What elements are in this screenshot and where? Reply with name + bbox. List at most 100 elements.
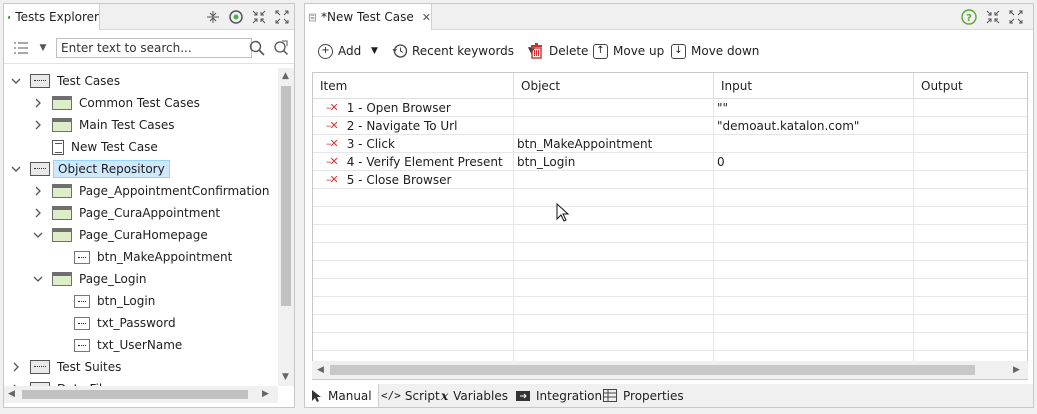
empty-table-cell[interactable]	[514, 261, 714, 279]
table-cell-item[interactable]: –✕ 3 - Click	[313, 135, 514, 153]
filter-options-icon[interactable]	[12, 39, 30, 57]
table-cell-output[interactable]	[914, 153, 1027, 171]
collapse-all-icon[interactable]	[204, 8, 222, 26]
chevron-down-icon[interactable]	[10, 75, 22, 87]
table-cell-output[interactable]	[914, 117, 1027, 135]
tab-script[interactable]: </> Script	[381, 384, 440, 407]
table-cell-object[interactable]: btn_Login	[514, 153, 714, 171]
column-header-item[interactable]: Item	[313, 73, 514, 99]
empty-table-cell[interactable]	[313, 225, 514, 243]
scroll-left-icon[interactable]: ◀	[8, 389, 15, 399]
table-horizontal-scrollbar[interactable]: ◀ ▶	[312, 361, 1028, 379]
chevron-right-icon[interactable]	[32, 207, 44, 219]
table-cell-item[interactable]: –✕ 1 - Open Browser	[313, 99, 514, 117]
table-cell-item[interactable]: –✕ 2 - Navigate To Url	[313, 117, 514, 135]
table-cell-output[interactable]	[914, 99, 1027, 117]
editor-tab-new-test-case[interactable]: *New Test Case ✕	[305, 4, 432, 30]
chevron-right-icon[interactable]	[32, 97, 44, 109]
empty-table-cell[interactable]	[514, 333, 714, 351]
empty-table-cell[interactable]	[313, 279, 514, 297]
empty-table-cell[interactable]	[714, 279, 914, 297]
table-cell-object[interactable]: btn_MakeAppointment	[514, 135, 714, 153]
tests-explorer-tab[interactable]: Tests Explorer	[4, 4, 100, 30]
table-cell-output[interactable]	[914, 135, 1027, 153]
tree-item[interactable]: txt_UserName	[54, 334, 182, 356]
tree-vertical-scrollbar[interactable]: ▲ ▼	[278, 68, 294, 386]
close-tab-icon[interactable]: ✕	[422, 11, 431, 24]
tree-item[interactable]: Common Test Cases	[32, 92, 200, 114]
empty-table-cell[interactable]	[313, 243, 514, 261]
tree-horizontal-scrollbar[interactable]: ◀ ▶	[4, 386, 278, 403]
tree-item[interactable]: Test Cases	[10, 70, 120, 92]
empty-table-cell[interactable]	[313, 207, 514, 225]
table-scroll-right-icon[interactable]: ▶	[1013, 365, 1020, 375]
empty-table-cell[interactable]	[914, 297, 1027, 315]
maximize-icon[interactable]	[273, 8, 291, 26]
scroll-right-icon[interactable]: ▶	[262, 389, 269, 399]
tree-item[interactable]: Page_Login	[32, 268, 146, 290]
empty-table-cell[interactable]	[514, 297, 714, 315]
empty-table-cell[interactable]	[914, 225, 1027, 243]
tree-item[interactable]: Page_CuraHomepage	[32, 224, 208, 246]
table-cell-input[interactable]: "demoaut.katalon.com"	[714, 117, 914, 135]
filter-dropdown-icon[interactable]: ▼	[34, 39, 52, 57]
tree-item[interactable]: Object Repository	[10, 158, 170, 180]
table-cell-output[interactable]	[914, 171, 1027, 189]
table-cell-item[interactable]: –✕ 4 - Verify Element Present	[313, 153, 514, 171]
add-button[interactable]: + Add	[318, 41, 361, 61]
help-icon[interactable]: ?	[960, 8, 978, 26]
table-cell-object[interactable]	[514, 117, 714, 135]
empty-table-cell[interactable]	[714, 333, 914, 351]
table-cell-item[interactable]: –✕ 5 - Close Browser	[313, 171, 514, 189]
tab-manual[interactable]: Manual	[305, 384, 379, 407]
tab-properties[interactable]: Properties	[603, 384, 684, 407]
table-cell-input[interactable]: ""	[714, 99, 914, 117]
table-cell-input[interactable]	[714, 171, 914, 189]
tree-item[interactable]: txt_Password	[54, 312, 176, 334]
tree-item[interactable]: New Test Case	[32, 136, 158, 158]
delete-button[interactable]: Delete	[530, 41, 588, 61]
link-with-editor-icon[interactable]	[227, 8, 245, 26]
recent-keywords-button[interactable]: Recent keywords ▼	[392, 41, 535, 61]
table-cell-input[interactable]: 0	[714, 153, 914, 171]
chevron-right-icon[interactable]	[10, 361, 22, 373]
tree-item[interactable]: btn_Login	[54, 290, 155, 312]
empty-table-cell[interactable]	[714, 207, 914, 225]
empty-table-cell[interactable]	[313, 189, 514, 207]
empty-table-cell[interactable]	[914, 315, 1027, 333]
empty-table-cell[interactable]	[914, 243, 1027, 261]
empty-table-cell[interactable]	[714, 243, 914, 261]
editor-minimize-icon[interactable]	[984, 8, 1002, 26]
table-scroll-left-icon[interactable]: ◀	[317, 365, 324, 375]
tree-item[interactable]: btn_MakeAppointment	[54, 246, 232, 268]
empty-table-cell[interactable]	[714, 225, 914, 243]
column-header-output[interactable]: Output	[914, 73, 1027, 99]
minimize-icon[interactable]	[250, 8, 268, 26]
editor-maximize-icon[interactable]	[1007, 8, 1025, 26]
column-header-object[interactable]: Object	[514, 73, 714, 99]
empty-table-cell[interactable]	[914, 333, 1027, 351]
scroll-up-icon[interactable]: ▲	[282, 71, 289, 81]
chevron-right-icon[interactable]	[32, 119, 44, 131]
chevron-down-icon[interactable]	[32, 229, 44, 241]
column-header-input[interactable]: Input	[714, 73, 914, 99]
empty-table-cell[interactable]	[313, 315, 514, 333]
empty-table-cell[interactable]	[514, 207, 714, 225]
empty-table-cell[interactable]	[714, 315, 914, 333]
empty-table-cell[interactable]	[313, 261, 514, 279]
search-input[interactable]	[56, 38, 252, 58]
scroll-down-icon[interactable]: ▼	[282, 372, 289, 382]
tab-integration[interactable]: Integration	[516, 384, 602, 407]
tree-item[interactable]: Page_CuraAppointment	[32, 202, 220, 224]
empty-table-cell[interactable]	[914, 279, 1027, 297]
chevron-down-icon[interactable]	[10, 163, 22, 175]
tree-horizontal-scroll-thumb[interactable]	[22, 390, 248, 399]
tree-item[interactable]: Test Suites	[10, 356, 121, 378]
advanced-search-icon[interactable]	[272, 39, 290, 57]
empty-table-cell[interactable]	[514, 225, 714, 243]
empty-table-cell[interactable]	[514, 243, 714, 261]
empty-table-cell[interactable]	[714, 297, 914, 315]
empty-table-cell[interactable]	[914, 261, 1027, 279]
table-cell-object[interactable]	[514, 99, 714, 117]
chevron-right-icon[interactable]	[32, 185, 44, 197]
